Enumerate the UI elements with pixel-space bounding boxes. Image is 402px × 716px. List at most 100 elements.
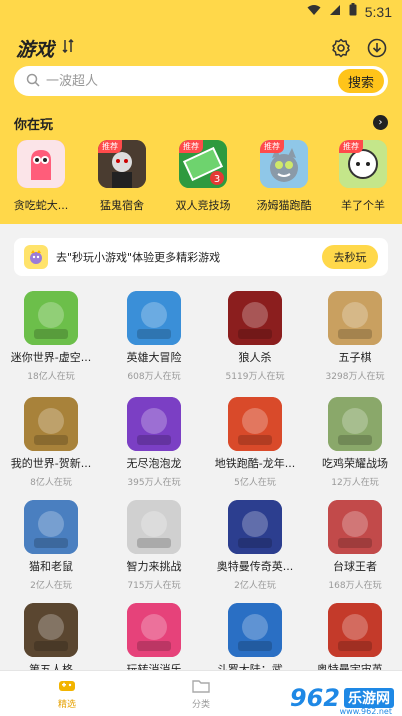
watermark-number: 962 — [289, 684, 340, 712]
game-player-count: 395万人在玩 — [127, 478, 181, 488]
game-icon — [24, 397, 78, 451]
game-player-count: 3298万人在玩 — [325, 372, 385, 382]
game-icon — [127, 500, 181, 554]
game-name: 猫和老鼠 — [29, 560, 73, 573]
game-name: 狼人杀 — [238, 351, 272, 364]
search-icon — [26, 72, 40, 91]
game-player-count: 715万人在玩 — [127, 581, 181, 591]
game-icon — [24, 291, 78, 345]
header-area: 游戏 搜索 你在玩 › 贪吃蛇大... — [0, 24, 402, 224]
game-grid-item[interactable]: 智力来挑战 715万人在玩 — [104, 500, 204, 591]
game-name: 智力来挑战 — [126, 560, 182, 573]
recent-game-item[interactable]: 推荐 汤姆猫跑酷 — [247, 140, 321, 213]
swap-sort-icon[interactable] — [62, 38, 74, 57]
game-icon — [228, 397, 282, 451]
game-name: 迷你世界-虚空... — [10, 351, 92, 364]
game-player-count: 168万人在玩 — [328, 581, 382, 591]
game-icon — [328, 603, 382, 657]
search-bar[interactable]: 搜索 — [14, 66, 388, 96]
download-icon[interactable] — [366, 37, 388, 59]
search-button[interactable]: 搜索 — [338, 69, 384, 93]
game-icon — [328, 397, 382, 451]
game-icon — [127, 291, 181, 345]
status-time: 5:31 — [364, 3, 392, 20]
promo-text: 去"秒玩小游戏"体验更多精彩游戏 — [56, 251, 221, 264]
tab-featured[interactable]: 精选 — [0, 671, 134, 716]
game-grid-item[interactable]: 吃鸡荣耀战场 12万人在玩 — [305, 397, 402, 488]
recent-game-label: 猛鬼宿舍 — [100, 199, 144, 212]
gamepad-icon — [59, 680, 75, 691]
game-grid-item[interactable]: 无尽泡泡龙 395万人在玩 — [104, 397, 204, 488]
recommend-tag: 推荐 — [260, 140, 284, 153]
game-icon — [127, 603, 181, 657]
game-player-count: 18亿人在玩 — [27, 372, 75, 382]
game-icon — [228, 603, 282, 657]
page-title: 游戏 — [16, 38, 55, 61]
game-grid-item[interactable]: 狼人杀 5119万人在玩 — [205, 291, 305, 382]
recommend-tag: 推荐 — [179, 140, 203, 153]
recent-game-label: 羊了个羊 — [341, 199, 385, 212]
game-player-count: 5119万人在玩 — [225, 372, 285, 382]
recent-game-item[interactable]: 3 推荐 双人竞技场 — [166, 140, 240, 213]
game-icon: 推荐 — [260, 140, 308, 188]
game-icon — [328, 291, 382, 345]
recent-game-label: 双人竞技场 — [175, 199, 231, 212]
game-icon: 3 推荐 — [179, 140, 227, 188]
promo-banner[interactable]: 去"秒玩小游戏"体验更多精彩游戏 去秒玩 — [14, 238, 388, 276]
game-grid-item[interactable]: 台球王者 168万人在玩 — [305, 500, 402, 591]
game-player-count: 608万人在玩 — [127, 372, 181, 382]
settings-gear-icon[interactable] — [330, 37, 352, 59]
folder-icon — [192, 679, 210, 693]
game-icon — [228, 291, 282, 345]
search-input[interactable] — [46, 73, 388, 89]
wifi-icon — [307, 4, 321, 20]
game-icon — [127, 397, 181, 451]
game-icon — [328, 500, 382, 554]
game-grid-item[interactable]: 迷你世界-虚空... 18亿人在玩 — [1, 291, 101, 382]
game-name: 吃鸡荣耀战场 — [322, 457, 388, 470]
game-name: 无尽泡泡龙 — [126, 457, 182, 470]
watermark-text: 乐游网 — [344, 688, 394, 708]
recent-game-label: 贪吃蛇大... — [13, 199, 69, 212]
game-name: 五子棋 — [338, 351, 372, 364]
go-mini-games-button[interactable]: 去秒玩 — [322, 245, 378, 269]
game-grid-item[interactable]: 地铁跑酷-龙年... 5亿人在玩 — [205, 397, 305, 488]
game-grid-item[interactable]: 英雄大冒险 608万人在玩 — [104, 291, 204, 382]
signal-icon — [329, 4, 341, 20]
game-icon — [17, 140, 65, 188]
game-grid-item[interactable]: 五子棋 3298万人在玩 — [305, 291, 402, 382]
status-bar: 5:31 — [0, 0, 402, 24]
svg-text:3: 3 — [214, 174, 220, 185]
recent-game-item[interactable]: 推荐 羊了个羊 — [326, 140, 400, 213]
game-player-count: 2亿人在玩 — [234, 581, 276, 591]
battery-icon — [349, 3, 357, 20]
game-icon — [24, 603, 78, 657]
game-grid-item[interactable]: 我的世界-贺新... 8亿人在玩 — [1, 397, 101, 488]
game-grid-item[interactable]: 奥特曼传奇英... 2亿人在玩 — [205, 500, 305, 591]
recent-game-item[interactable]: 贪吃蛇大... — [4, 140, 78, 213]
game-name: 我的世界-贺新... — [10, 457, 92, 470]
game-name: 地铁跑酷-龙年... — [214, 457, 296, 470]
recent-game-item[interactable]: 推荐 猛鬼宿舍 — [85, 140, 159, 213]
tab-category[interactable]: 分类 — [134, 671, 268, 716]
game-player-count: 8亿人在玩 — [30, 478, 72, 488]
game-player-count: 12万人在玩 — [331, 478, 379, 488]
watermark-url: www.962.net — [339, 707, 392, 716]
game-name: 奥特曼传奇英... — [216, 560, 294, 573]
recent-section-title: 你在玩 — [14, 118, 54, 133]
recent-game-label: 汤姆猫跑酷 — [256, 199, 312, 212]
recommend-tag: 推荐 — [339, 140, 363, 153]
game-player-count: 2亿人在玩 — [30, 581, 72, 591]
game-icon — [228, 500, 282, 554]
mini-game-icon — [24, 245, 48, 269]
game-icon: 推荐 — [98, 140, 146, 188]
game-name: 英雄大冒险 — [126, 351, 182, 364]
game-icon — [24, 500, 78, 554]
game-player-count: 5亿人在玩 — [234, 478, 276, 488]
game-grid-item[interactable]: 猫和老鼠 2亿人在玩 — [1, 500, 101, 591]
recent-games-list: 贪吃蛇大... 推荐 猛鬼宿舍 3 推荐 双人竞技场 推荐 汤姆猫跑酷 推荐 羊… — [0, 140, 402, 220]
chevron-right-icon[interactable]: › — [373, 115, 388, 130]
tab-label: 分类 — [191, 699, 210, 710]
recommend-tag: 推荐 — [98, 140, 122, 153]
game-icon: 推荐 — [339, 140, 387, 188]
